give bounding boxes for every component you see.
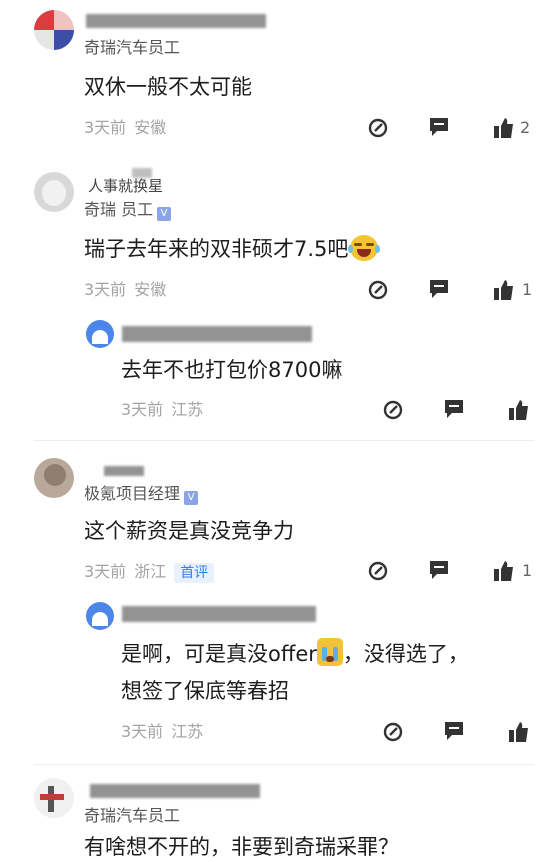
verified-icon: V bbox=[157, 207, 172, 221]
comment-text: 双休一般不太可能 bbox=[84, 75, 252, 99]
reply-time: 3天前 bbox=[121, 400, 164, 419]
avatar[interactable] bbox=[34, 10, 74, 50]
share-icon[interactable] bbox=[367, 279, 389, 301]
user-role: 极氪项目经理 V bbox=[84, 484, 199, 505]
like-count: 1 bbox=[522, 561, 533, 580]
comment-text-body: 瑞子去年来的双非硕才7.5吧 bbox=[84, 237, 349, 261]
comment-text: 这个薪资是真没竞争力 bbox=[84, 519, 294, 543]
reply-text-line1: 是啊，可是真没offer bbox=[121, 642, 317, 666]
avatar[interactable] bbox=[34, 458, 74, 498]
reply-icon[interactable] bbox=[428, 559, 450, 581]
username[interactable]: 人事就换星 bbox=[88, 176, 163, 196]
reply-icon[interactable] bbox=[428, 278, 450, 300]
comment-meta: 3天前 安徽 bbox=[84, 280, 166, 300]
like-icon[interactable] bbox=[493, 279, 515, 301]
comment-meta: 3天前 安徽 bbox=[84, 118, 166, 138]
avatar[interactable] bbox=[34, 172, 74, 212]
first-comment-badge: 首评 bbox=[174, 563, 215, 583]
crying-emoji-icon bbox=[316, 638, 343, 666]
username-obscured[interactable] bbox=[104, 466, 144, 476]
comment-location: 浙江 bbox=[134, 562, 167, 581]
comment-time: 3天前 bbox=[84, 280, 127, 299]
reply-text-line1-tail: ，没得选了， bbox=[342, 642, 469, 666]
user-role: 奇瑞汽车员工 bbox=[84, 38, 181, 57]
verified-icon: V bbox=[184, 491, 199, 505]
username-obscured[interactable] bbox=[122, 606, 316, 622]
divider bbox=[34, 764, 534, 765]
like-icon[interactable] bbox=[493, 560, 515, 582]
reply-location: 江苏 bbox=[171, 400, 204, 419]
username-obscured[interactable] bbox=[90, 784, 260, 798]
comment-text: 瑞子去年来的双非硕才7.5吧 bbox=[84, 234, 381, 264]
like-icon[interactable] bbox=[508, 399, 530, 421]
reply-avatar[interactable] bbox=[86, 602, 114, 630]
reply-avatar[interactable] bbox=[86, 320, 114, 348]
reply-meta: 3天前 江苏 bbox=[121, 722, 203, 742]
share-icon[interactable] bbox=[382, 399, 404, 421]
share-icon[interactable] bbox=[382, 721, 404, 743]
laughing-crying-emoji-icon bbox=[348, 235, 381, 261]
avatar[interactable] bbox=[34, 778, 74, 818]
like-count: 1 bbox=[522, 280, 533, 299]
comment-text: 有啥想不开的，非要到奇瑞采罪？ bbox=[84, 835, 399, 859]
comment-meta: 3天前 浙江 首评 bbox=[84, 562, 215, 583]
like-count: 2 bbox=[520, 118, 531, 137]
reply-time: 3天前 bbox=[121, 722, 164, 741]
like-icon[interactable] bbox=[493, 117, 515, 139]
reply-text-line2: 想签了保底等春招 bbox=[121, 679, 289, 703]
reply-meta: 3天前 江苏 bbox=[121, 400, 203, 420]
reply-icon[interactable] bbox=[443, 720, 465, 742]
like-icon[interactable] bbox=[508, 721, 530, 743]
reply-text: 是啊，可是真没offer ，没得选了， bbox=[121, 638, 469, 669]
divider bbox=[34, 440, 534, 441]
comment-time: 3天前 bbox=[84, 562, 127, 581]
user-role-text: 极氪项目经理 bbox=[84, 484, 181, 503]
user-role-text: 奇瑞 员工 bbox=[84, 200, 154, 219]
user-role: 奇瑞 员工 V bbox=[84, 200, 172, 221]
comment-time: 3天前 bbox=[84, 118, 127, 137]
comment-location: 安徽 bbox=[134, 118, 167, 137]
comment-location: 安徽 bbox=[134, 280, 167, 299]
share-icon[interactable] bbox=[367, 560, 389, 582]
username-obscured bbox=[132, 168, 152, 178]
reply-icon[interactable] bbox=[428, 116, 450, 138]
reply-location: 江苏 bbox=[171, 722, 204, 741]
reply-text: 去年不也打包价8700嘛 bbox=[121, 358, 343, 382]
reply-icon[interactable] bbox=[443, 398, 465, 420]
username-obscured[interactable] bbox=[86, 14, 266, 28]
username-obscured[interactable] bbox=[122, 326, 312, 342]
user-role: 奇瑞汽车员工 bbox=[84, 806, 181, 825]
share-icon[interactable] bbox=[367, 117, 389, 139]
